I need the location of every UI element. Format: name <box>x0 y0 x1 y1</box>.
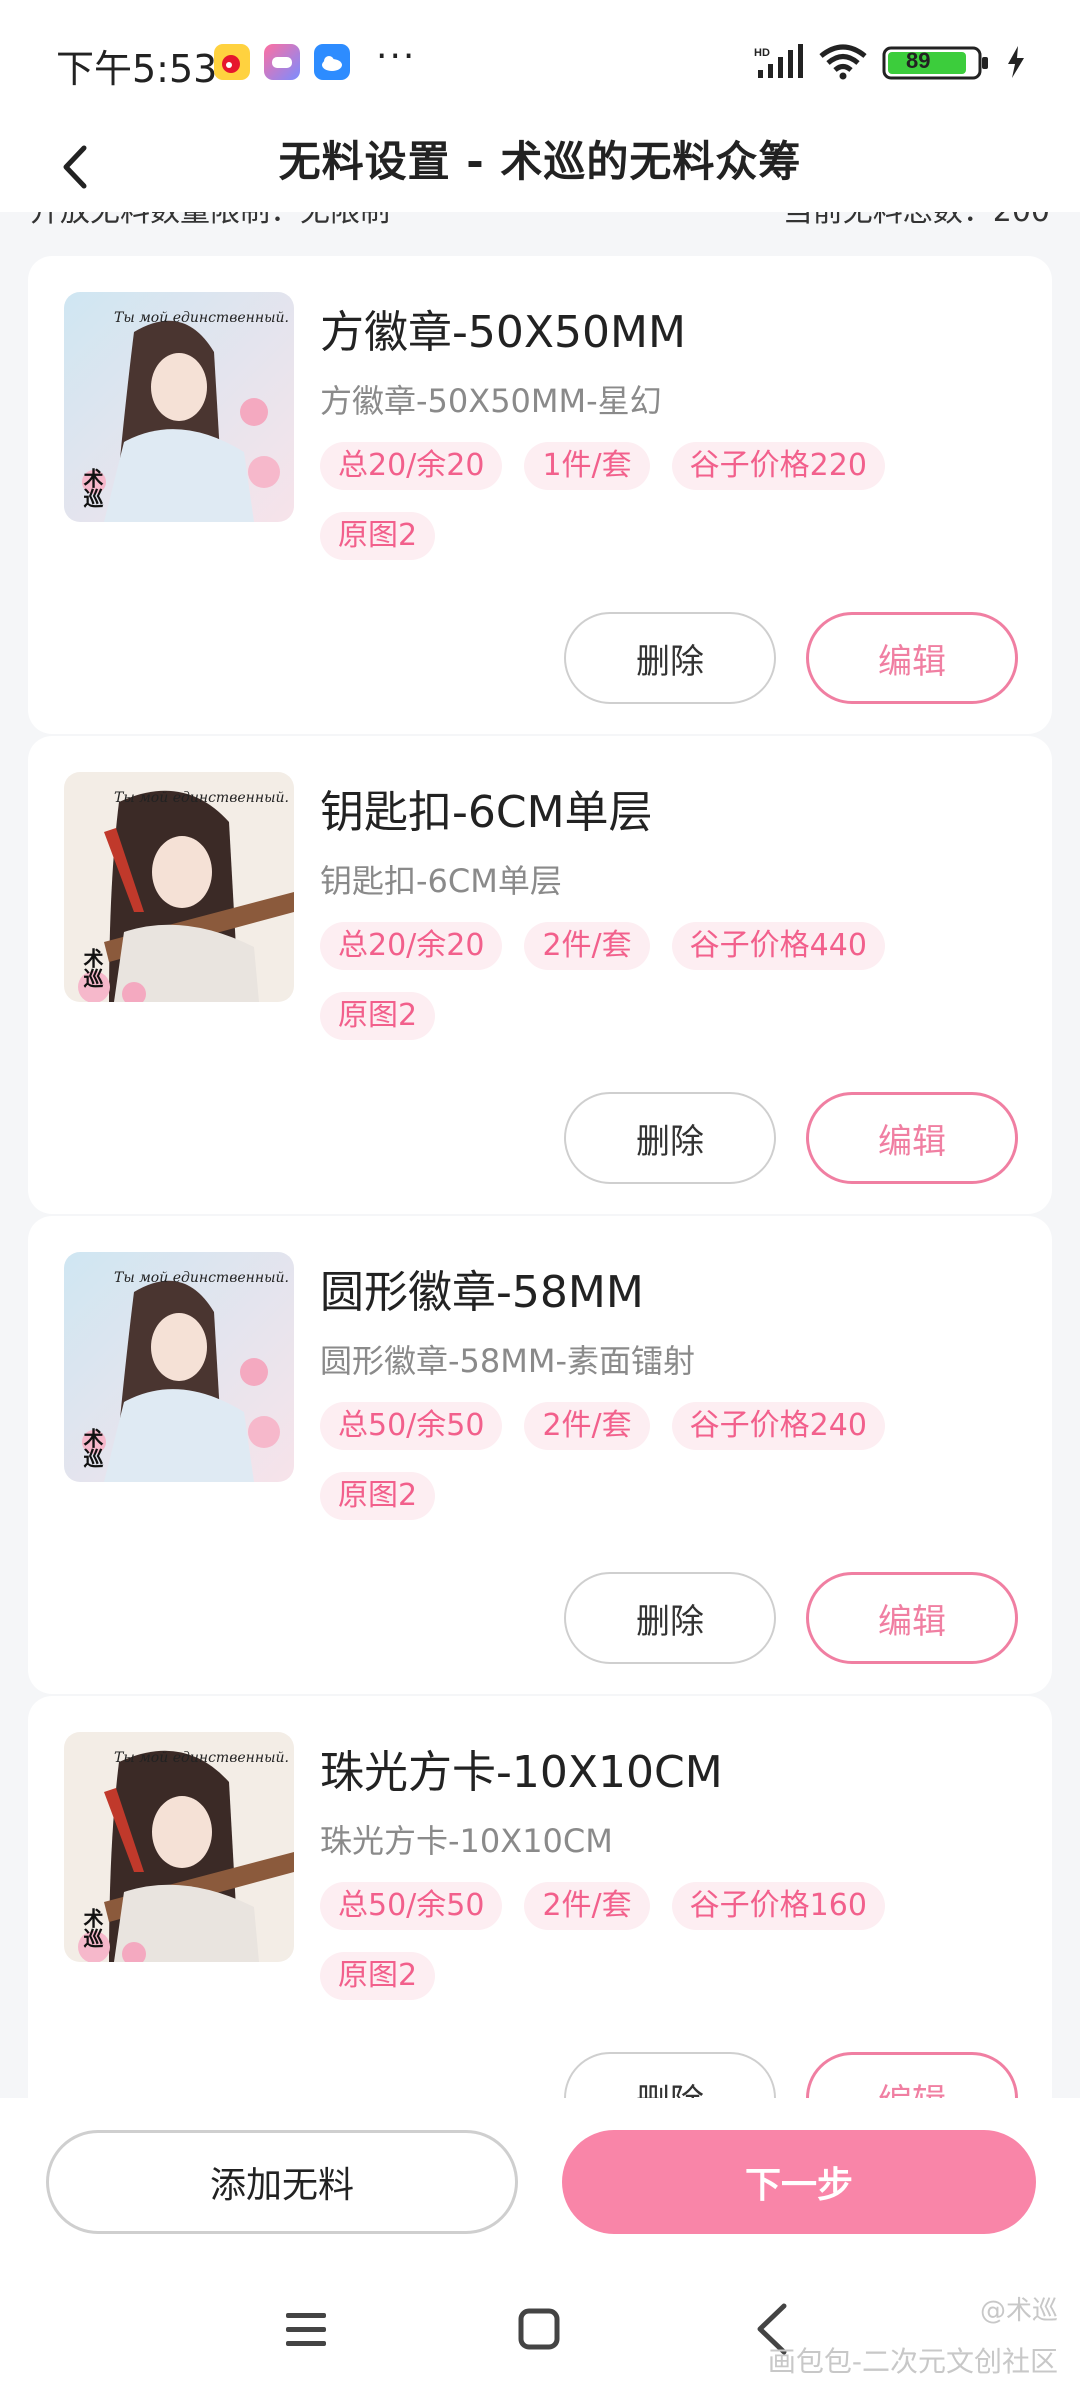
thumbnail-caption: Ты мой единственный. <box>114 790 289 806</box>
watermark-author: @术巡 <box>979 2296 1058 2326</box>
add-item-button[interactable]: 添加无料 <box>46 2130 518 2234</box>
edit-button[interactable]: 编辑 <box>806 612 1018 704</box>
stock-tag: 总50/余50 <box>320 1882 503 1930</box>
artwork-tag: 原图2 <box>320 1952 436 2000</box>
battery-level: 89 <box>906 48 931 73</box>
cloud-icon <box>314 44 350 80</box>
artwork-tag: 原图2 <box>320 1472 436 1520</box>
item-card: Ты мой единственный. 术巡 圆形徽章-58MM 圆形徽章-5… <box>28 1216 1052 1694</box>
price-tag: 谷子价格220 <box>671 442 885 490</box>
wifi-icon <box>819 44 867 80</box>
item-list[interactable]: Ты мой единственный. 术巡 方徽章-50X50MM 方徽章-… <box>0 240 1080 2098</box>
bottom-action-bar: 添加无料 下一步 <box>0 2098 1080 2244</box>
item-tags: 总20/余20 1件/套 谷子价格220 原图2 <box>320 442 1020 582</box>
item-tags: 总50/余50 2件/套 谷子价格160 原图2 <box>320 1882 1020 2022</box>
item-tags: 总50/余50 2件/套 谷子价格240 原图2 <box>320 1402 1020 1542</box>
watermark-site: 画包包-二次元文创社区 <box>767 2345 1058 2378</box>
set-size-tag: 1件/套 <box>524 442 650 490</box>
item-card: Ты мой единственный. 术巡 方徽章-50X50MM 方徽章-… <box>28 256 1052 734</box>
thumbnail-caption: Ты мой единственный. <box>114 1270 289 1286</box>
page-title: 无料设置 - 术巡的无料众筹 <box>278 137 802 186</box>
set-size-tag: 2件/套 <box>524 922 650 970</box>
hd-signal-icon: HD <box>754 44 803 78</box>
charging-bolt-icon <box>1008 46 1024 78</box>
home-icon[interactable] <box>518 2308 560 2350</box>
item-title: 方徽章-50X50MM <box>320 307 686 358</box>
status-time: 下午5:53 <box>56 47 218 91</box>
game-center-icon <box>264 44 300 80</box>
weibo-icon <box>214 44 250 80</box>
next-step-button[interactable]: 下一步 <box>562 2130 1036 2234</box>
thumbnail-caption: Ты мой единственный. <box>114 310 289 326</box>
item-title: 钥匙扣-6CM单层 <box>320 787 653 838</box>
item-thumbnail[interactable]: Ты мой единственный. 术巡 <box>64 292 294 522</box>
svg-text:HD: HD <box>754 47 770 59</box>
item-card: Ты мой единственный. 术巡 珠光方卡-10X10CM 珠光方… <box>28 1696 1052 2098</box>
battery-icon: 89 <box>882 46 992 80</box>
item-title: 珠光方卡-10X10CM <box>320 1747 723 1798</box>
edit-button[interactable]: 编辑 <box>806 1092 1018 1184</box>
delete-button[interactable]: 删除 <box>564 612 776 704</box>
price-tag: 谷子价格240 <box>671 1402 885 1450</box>
stock-tag: 总20/余20 <box>320 922 503 970</box>
item-subtitle: 珠光方卡-10X10CM <box>320 1822 613 1860</box>
artwork-tag: 原图2 <box>320 992 436 1040</box>
stock-tag: 总50/余50 <box>320 1402 503 1450</box>
thumbnail-seal: 术巡 <box>80 1908 104 1948</box>
menu-icon[interactable] <box>284 2310 328 2350</box>
thumbnail-seal: 术巡 <box>80 1428 104 1468</box>
item-subtitle: 方徽章-50X50MM-星幻 <box>320 382 662 420</box>
price-tag: 谷子价格160 <box>671 1882 885 1930</box>
stock-tag: 总20/余20 <box>320 442 503 490</box>
thumbnail-caption: Ты мой единственный. <box>114 1750 289 1766</box>
thumbnail-seal: 术巡 <box>80 948 104 988</box>
status-bar: 下午5:53 ··· HD 89 <box>0 0 1080 120</box>
set-size-tag: 2件/套 <box>524 1882 650 1930</box>
delete-button[interactable]: 删除 <box>564 1092 776 1184</box>
item-card: Ты мой единственный. 术巡 钥匙扣-6CM单层 钥匙扣-6C… <box>28 736 1052 1214</box>
thumbnail-seal: 术巡 <box>80 468 104 508</box>
delete-button[interactable]: 删除 <box>564 2052 776 2098</box>
delete-button[interactable]: 删除 <box>564 1572 776 1664</box>
item-subtitle: 圆形徽章-58MM-素面镭射 <box>320 1342 696 1380</box>
item-subtitle: 钥匙扣-6CM单层 <box>320 862 562 900</box>
price-tag: 谷子价格440 <box>671 922 885 970</box>
item-tags: 总20/余20 2件/套 谷子价格440 原图2 <box>320 922 1020 1062</box>
edit-button[interactable]: 编辑 <box>806 1572 1018 1664</box>
set-size-tag: 2件/套 <box>524 1402 650 1450</box>
nav-bar: 无料设置 - 术巡的无料众筹 <box>0 120 1080 212</box>
more-notifications-icon: ··· <box>376 36 417 77</box>
item-thumbnail[interactable]: Ты мой единственный. 术巡 <box>64 1732 294 1962</box>
edit-button[interactable]: 编辑 <box>806 2052 1018 2098</box>
item-thumbnail[interactable]: Ты мой единственный. 术巡 <box>64 1252 294 1482</box>
item-title: 圆形徽章-58MM <box>320 1267 644 1318</box>
artwork-tag: 原图2 <box>320 512 436 560</box>
item-thumbnail[interactable]: Ты мой единственный. 术巡 <box>64 772 294 1002</box>
